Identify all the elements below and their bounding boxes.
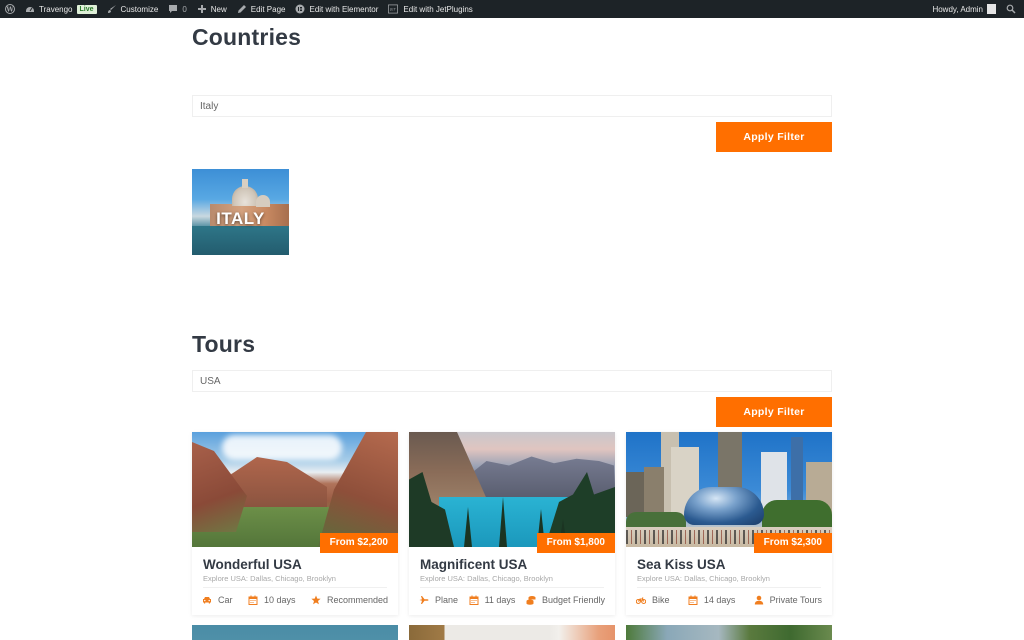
brush-icon (107, 4, 117, 14)
calendar-icon (688, 595, 698, 605)
duration-info: 10 days (248, 595, 296, 605)
tour-card[interactable]: From $1,800 Magnificent USA Explore USA:… (409, 432, 615, 615)
comments-count: 0 (182, 4, 187, 14)
tour-card-peek[interactable] (192, 625, 398, 640)
tour-card[interactable]: From $2,300 Sea Kiss USA Explore USA: Da… (626, 432, 832, 615)
dashboard-icon (25, 4, 35, 14)
price-badge: From $2,200 (319, 533, 398, 553)
tour-meta: Car 10 days Recommended (202, 592, 388, 608)
my-account-menu[interactable]: Howdy, Admin (927, 0, 1001, 18)
tag-info: Private Tours (754, 595, 822, 605)
tour-card-peek[interactable] (409, 625, 615, 640)
person-icon (754, 595, 764, 605)
tour-image (409, 432, 615, 547)
transport-info: Car (202, 595, 233, 605)
tour-subtitle: Explore USA: Dallas, Chicago, Brooklyn (203, 574, 336, 583)
tours-title: Tours (192, 331, 256, 357)
tour-meta: Bike 14 days Private Tours (636, 592, 822, 608)
avatar (987, 4, 996, 14)
bike-icon (636, 595, 646, 605)
tour-card-peek[interactable] (626, 625, 832, 640)
divider (203, 587, 387, 588)
comments-link[interactable]: 0 (163, 0, 191, 18)
wordpress-logo-icon: W (5, 4, 15, 14)
customize-link[interactable]: Customize (102, 0, 164, 18)
tour-title[interactable]: Sea Kiss USA (637, 557, 726, 572)
transport-info: Plane (419, 595, 458, 605)
live-badge: Live (76, 4, 97, 14)
duration-info: 11 days (469, 595, 515, 605)
tour-card[interactable]: From $2,200 Wonderful USA Explore USA: D… (192, 432, 398, 615)
tours-apply-filter-button[interactable]: Apply Filter (716, 397, 832, 427)
car-icon (202, 595, 212, 605)
tours-filter-input[interactable] (192, 370, 832, 392)
tours-section: Tours Apply Filter From $2,200 Wonderful… (192, 0, 832, 640)
star-icon (311, 595, 321, 605)
plane-icon (419, 595, 429, 605)
site-name: Travengo (39, 4, 73, 14)
wordpress-logo-button[interactable]: W (0, 0, 20, 18)
transport-info: Bike (636, 595, 670, 605)
tour-meta: Plane 11 days Budget Friendly (419, 592, 605, 608)
price-badge: From $1,800 (536, 533, 615, 553)
calendar-icon (248, 595, 258, 605)
customize-label: Customize (120, 4, 159, 14)
search-button[interactable] (1001, 0, 1024, 18)
calendar-icon (469, 595, 479, 605)
tour-title[interactable]: Wonderful USA (203, 557, 302, 572)
duration-info: 14 days (688, 595, 735, 605)
tour-subtitle: Explore USA: Dallas, Chicago, Brooklyn (420, 574, 553, 583)
tag-info: Budget Friendly (526, 595, 605, 605)
tour-image (192, 432, 398, 547)
site-name-link[interactable]: Travengo Live (20, 0, 102, 18)
divider (637, 587, 821, 588)
tour-title[interactable]: Magnificent USA (420, 557, 527, 572)
svg-text:W: W (5, 5, 14, 13)
comment-icon (168, 4, 178, 14)
divider (420, 587, 604, 588)
greeting-text: Howdy, Admin (932, 4, 983, 14)
search-icon (1006, 4, 1016, 14)
tour-subtitle: Explore USA: Dallas, Chicago, Brooklyn (637, 574, 770, 583)
coins-icon (526, 595, 536, 605)
tag-info: Recommended (311, 595, 388, 605)
tour-image (626, 432, 832, 547)
price-badge: From $2,300 (753, 533, 832, 553)
